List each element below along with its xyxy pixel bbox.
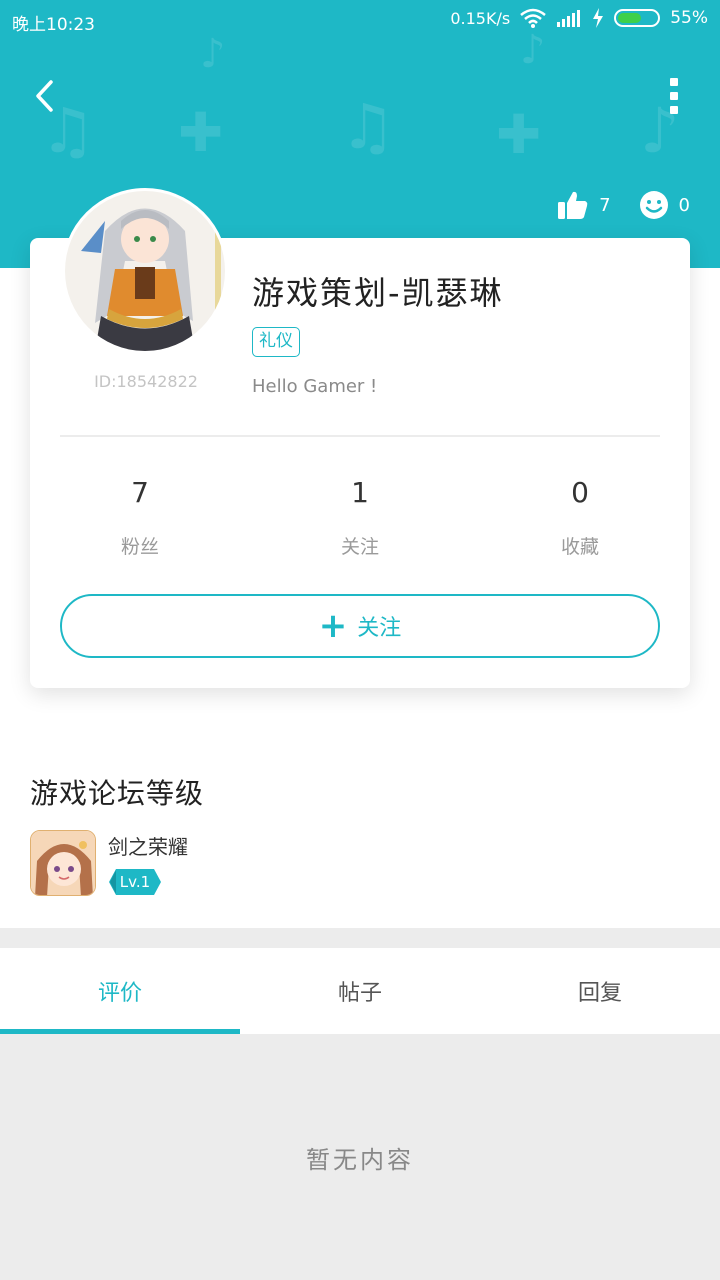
divider (60, 435, 660, 437)
user-tag-badge: 礼仪 (252, 327, 300, 357)
game-level-item[interactable]: 剑之荣耀 Lv.1 (30, 830, 188, 896)
wifi-icon (520, 8, 547, 28)
forum-level-title: 游戏论坛等级 (30, 777, 205, 810)
smiles-count: 0 (678, 194, 690, 216)
more-dot (670, 92, 678, 100)
plus-icon: + (318, 606, 348, 646)
smile-icon (639, 191, 668, 219)
following-count[interactable]: 1 关注 (250, 476, 470, 559)
more-options-button[interactable] (668, 78, 680, 114)
favorites-count[interactable]: 0 收藏 (470, 476, 690, 559)
level-label: Lv.1 (119, 872, 151, 891)
network-speed: 0.15K/s (450, 8, 511, 28)
charging-icon (593, 8, 604, 28)
status-bar: 晚上10:23 0.15K/s 55% (0, 0, 720, 40)
chevron-left-icon (36, 80, 53, 112)
count-label: 收藏 (560, 536, 599, 558)
gamepad-decoration: ✚ (496, 103, 542, 166)
follow-button[interactable]: + 关注 (60, 594, 660, 658)
count-value: 0 (571, 476, 589, 509)
tab-replies[interactable]: 回复 (480, 948, 720, 1034)
game-icon (30, 830, 96, 896)
signal-icon (557, 10, 581, 27)
likes-count: 7 (599, 194, 611, 216)
more-dot (670, 78, 678, 86)
count-value: 1 (351, 476, 369, 509)
username: 游戏策划-凯瑟琳 (252, 274, 504, 312)
back-button[interactable] (24, 72, 64, 120)
music-note-decoration: ♪ (200, 31, 226, 77)
follow-button-label: 关注 (357, 616, 402, 641)
empty-state-text: 暂无内容 (306, 1146, 414, 1174)
profile-counts: 7 粉丝 1 关注 0 收藏 (30, 476, 690, 559)
more-dot (670, 106, 678, 114)
tab-content: 暂无内容 (0, 1034, 720, 1280)
followers-count[interactable]: 7 粉丝 (30, 476, 250, 559)
user-id: ID:18542822 (94, 372, 198, 391)
user-bio: Hello Gamer ! (252, 376, 378, 397)
tab-reviews[interactable]: 评价 (0, 948, 240, 1034)
count-label: 关注 (340, 536, 379, 558)
smiles-stat[interactable]: 0 (639, 190, 690, 220)
avatar-image (65, 191, 225, 351)
game-icon-image (31, 831, 95, 895)
game-name: 剑之荣耀 (108, 834, 188, 859)
tab-posts[interactable]: 帖子 (240, 948, 480, 1034)
profile-card: ID:18542822 游戏策划-凯瑟琳 礼仪 Hello Gamer ! 7 … (30, 188, 690, 688)
content-tabs: 评价 帖子 回复 (0, 948, 720, 1034)
battery-icon (614, 9, 661, 27)
avatar[interactable] (62, 188, 228, 354)
count-label: 粉丝 (120, 536, 159, 558)
thumbs-up-icon (558, 191, 588, 219)
status-time: 晚上10:23 (12, 15, 95, 35)
section-separator (0, 928, 720, 948)
count-value: 7 (131, 476, 149, 509)
likes-stat[interactable]: 7 (557, 190, 611, 220)
level-badge: Lv.1 (108, 868, 162, 896)
music-note-decoration: ♫ (340, 90, 396, 163)
battery-percent: 55% (670, 8, 708, 28)
gamepad-decoration: ✚ (178, 101, 224, 164)
